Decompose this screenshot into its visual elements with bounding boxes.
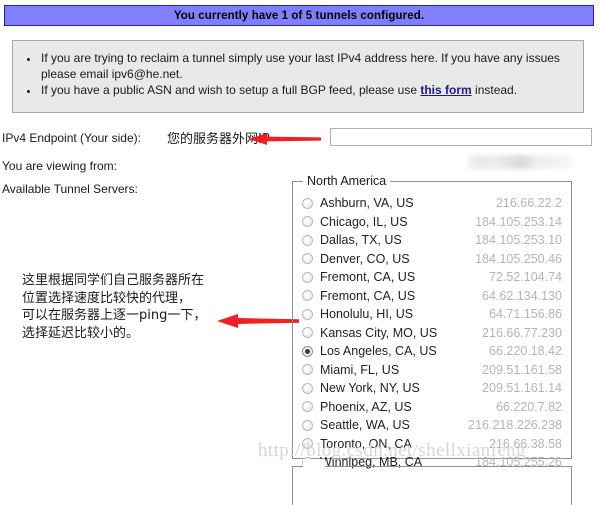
tunnel-status-text: You currently have 1 of 5 tunnels config… [173,9,425,22]
viewing-from-value-redacted [468,155,572,169]
tunnel-server-row[interactable]: Toronto, ON, CA 216.66.38.58 [293,435,571,454]
next-region-group [292,459,572,505]
notice-item-bgp-text-after: instead. [471,83,518,97]
tunnel-server-radio[interactable] [302,271,313,283]
notice-list: If you are trying to reclaim a tunnel si… [13,51,583,99]
tunnel-server-row[interactable]: Denver, CO, US 184.105.250.46 [293,250,571,269]
tunnel-server-row[interactable]: Fremont, CA, US 72.52.104.74 [293,268,571,287]
tunnel-server-name: Los Angeles, CA, US [320,344,437,359]
tunnel-server-name: Honolulu, HI, US [320,307,414,322]
tunnel-server-row[interactable]: Fremont, CA, US 64.62.134.130 [293,287,571,306]
tunnel-status-banner: You currently have 1 of 5 tunnels config… [4,5,594,26]
notice-item-bgp: If you have a public ASN and wish to set… [39,83,583,99]
tunnel-server-name: Toronto, ON, CA [320,436,412,451]
tunnel-server-ip: 184.105.250.46 [475,251,562,266]
tunnel-server-radio[interactable] [302,290,313,302]
tunnel-server-row[interactable]: Kansas City, MO, US 216.66.77.230 [293,324,571,343]
endpoint-annotation-arrow-icon [249,133,321,145]
next-region-legend [303,459,325,472]
tunnel-server-name: Phoenix, AZ, US [320,399,412,414]
tunnel-server-row[interactable]: Ashburn, VA, US 216.66.22.2 [293,194,571,213]
this-form-link[interactable]: this form [420,83,471,97]
ipv4-endpoint-label: IPv4 Endpoint (Your side): [2,131,141,145]
tunnel-server-name: Kansas City, MO, US [320,325,438,340]
tunnel-server-radio[interactable] [302,345,313,357]
tunnel-server-ip: 209.51.161.58 [482,362,562,377]
tunnel-server-ip: 216.66.38.58 [489,436,562,451]
tunnel-server-ip: 184.105.253.10 [475,233,562,248]
tunnel-server-ip: 216.218.226.238 [468,418,562,433]
tunnel-server-ip: 209.51.161.14 [482,381,562,396]
viewing-from-label: You are viewing from: [2,159,117,173]
tunnel-server-radio[interactable] [302,308,313,320]
tunnel-server-name: Fremont, CA, US [320,270,416,285]
notice-item-reclaim: If you are trying to reclaim a tunnel si… [39,51,583,82]
info-notice-box: If you are trying to reclaim a tunnel si… [12,40,584,113]
tunnel-server-ip: 66.220.7.82 [495,399,562,414]
tunnel-server-name: Seattle, WA, US [320,418,410,433]
tunnel-server-radio[interactable] [302,364,313,376]
tunnel-server-radio[interactable] [302,253,313,265]
tunnel-server-radio[interactable] [302,216,313,228]
tunnel-server-list: Ashburn, VA, US 216.66.22.2 Chicago, IL, U… [293,194,571,472]
tunnel-server-radio[interactable] [302,438,313,450]
server-selection-annotation-text: 这里根据同学们自己服务器所在 位置选择速度比较快的代理， 可以在服务器上逐一pi… [22,273,207,341]
tunnel-server-radio[interactable] [302,234,313,246]
tunnel-server-ip: 72.52.104.74 [489,270,562,285]
tunnel-server-radio[interactable] [302,197,313,209]
tunnel-server-name: New York, NY, US [320,381,420,396]
tunnel-server-ip: 216.66.77.230 [482,325,562,340]
tunnel-server-radio[interactable] [302,327,313,339]
notice-item-bgp-text-before: If you have a public ASN and wish to set… [41,83,421,97]
north-america-server-group: North America Ashburn, VA, US 216.66.22.2… [292,174,572,469]
tunnel-server-ip: 64.71.156.86 [489,307,562,322]
server-selection-annotation-arrow-icon [217,314,299,328]
tunnel-server-row[interactable]: Chicago, IL, US 184.105.253.14 [293,213,571,232]
tunnel-server-row[interactable]: Seattle, WA, US 216.218.226.238 [293,416,571,435]
tunnel-server-ip: 216.66.22.2 [495,196,562,211]
tunnel-server-row[interactable]: New York, NY, US 209.51.161.14 [293,379,571,398]
tunnel-server-row[interactable]: Dallas, TX, US 184.105.253.10 [293,231,571,250]
tunnel-server-name: Dallas, TX, US [320,233,402,248]
tunnel-server-row[interactable]: Honolulu, HI, US 64.71.156.86 [293,305,571,324]
tunnel-server-ip: 66.220.18.42 [489,344,562,359]
tunnel-server-name: Denver, CO, US [320,251,410,266]
tunnel-server-row[interactable]: Los Angeles, CA, US 66.220.18.42 [293,342,571,361]
notice-item-reclaim-text: If you are trying to reclaim a tunnel si… [41,51,560,81]
tunnel-server-ip: 64.62.134.130 [482,288,562,303]
tunnel-server-radio[interactable] [302,401,313,413]
north-america-legend: North America [303,174,391,188]
tunnel-server-ip: 184.105.253.14 [475,214,562,229]
tunnel-server-name: Miami, FL, US [320,362,400,377]
tunnel-server-radio[interactable] [302,419,313,431]
tunnel-server-row[interactable]: Miami, FL, US 209.51.161.58 [293,361,571,380]
tunnel-server-name: Ashburn, VA, US [320,196,414,211]
tunnel-server-name: Fremont, CA, US [320,288,416,303]
available-tunnel-servers-label: Available Tunnel Servers: [2,182,138,196]
tunnel-server-radio[interactable] [302,382,313,394]
tunnel-server-name: Chicago, IL, US [320,214,408,229]
tunnel-server-row[interactable]: Phoenix, AZ, US 66.220.7.82 [293,398,571,417]
ipv4-endpoint-input[interactable] [330,128,592,146]
